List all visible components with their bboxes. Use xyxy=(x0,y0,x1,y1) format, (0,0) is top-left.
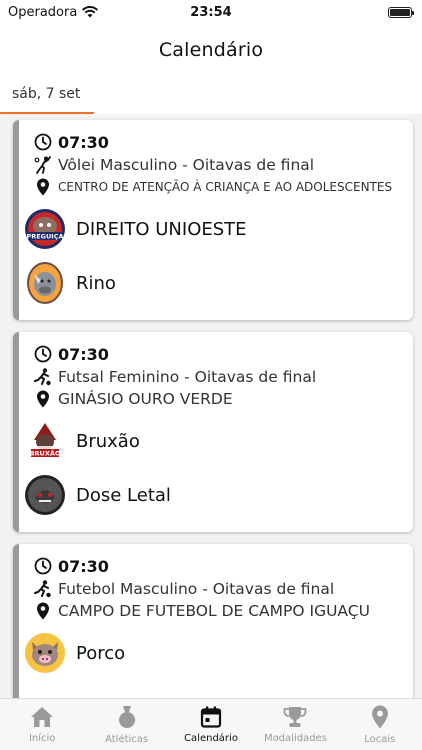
map-pin-icon xyxy=(34,390,52,408)
game-time-row: 07:30 xyxy=(34,554,403,578)
game-card[interactable]: 07:30 Vôlei Masculino - Oitavas de final C… xyxy=(13,120,413,320)
clock-icon xyxy=(34,133,52,151)
game-location: Centro de atenção à criança e ao adolesc… xyxy=(58,180,393,194)
soccer-player-icon xyxy=(34,580,52,598)
preguica-logo: PREGUIÇA xyxy=(24,208,66,250)
game-list[interactable]: 07:30 Vôlei Masculino - Oitavas de final C… xyxy=(0,114,422,698)
bruxao-logo: BRUXÃO xyxy=(24,420,66,462)
home-icon xyxy=(30,706,54,731)
game-event: Futebol Masculino - Oitavas de final xyxy=(58,580,335,598)
trophy-icon xyxy=(283,706,307,731)
game-location-row: Campo de Futebol de Campo Iguaçu xyxy=(34,600,403,622)
medal-icon xyxy=(116,705,138,732)
game-time: 07:30 xyxy=(58,132,109,152)
tab-label: Modalidades xyxy=(263,732,327,744)
game-time: 07:30 xyxy=(58,556,109,576)
team-name: Porco xyxy=(76,642,126,664)
bottom-tab-bar: Início Atléticas Calendário Modalidades Loca… xyxy=(0,698,422,750)
carrier-label: Operadora xyxy=(8,4,78,20)
nav-header: Calendário xyxy=(0,24,422,76)
game-event-row: Futebol Masculino - Oitavas de final xyxy=(34,578,403,600)
tab-calendario[interactable]: Calendário xyxy=(169,699,253,750)
calendar-icon xyxy=(200,706,222,731)
tab-label: Atléticas xyxy=(105,733,149,745)
game-card[interactable]: 07:30 Futebol Masculino - Oitavas de fina… xyxy=(13,544,413,698)
game-time: 07:30 xyxy=(58,344,109,364)
game-event: Futsal Feminino - Oitavas de final xyxy=(58,368,317,386)
tab-locais[interactable]: Locais xyxy=(338,699,422,750)
page-title: Calendário xyxy=(158,39,264,61)
tab-inicio[interactable]: Início xyxy=(0,699,84,750)
tab-atleticas[interactable]: Atléticas xyxy=(84,699,168,750)
svg-text:PREGUIÇA: PREGUIÇA xyxy=(26,233,63,241)
map-pin-icon xyxy=(34,602,52,620)
svg-text:BRUXÃO: BRUXÃO xyxy=(30,449,61,458)
tab-label: Calendário xyxy=(184,732,238,744)
tab-modalidades[interactable]: Modalidades xyxy=(253,699,337,750)
status-left: Operadora xyxy=(8,3,99,21)
porco-logo xyxy=(24,632,66,674)
volleyball-player-icon xyxy=(34,156,52,174)
map-pin-icon xyxy=(34,178,52,196)
wifi-icon xyxy=(81,3,99,21)
map-pin-icon xyxy=(371,705,389,732)
battery-icon xyxy=(388,6,414,18)
date-tab[interactable]: sáb, 7 set xyxy=(0,86,95,114)
team-row[interactable]: BRUXÃO Bruxão xyxy=(24,414,403,468)
game-event: Vôlei Masculino - Oitavas de final xyxy=(58,156,315,174)
game-time-row: 07:30 xyxy=(34,130,403,154)
soccer-player-icon xyxy=(34,368,52,386)
rino-logo xyxy=(24,262,66,304)
game-card[interactable]: 07:30 Futsal Feminino - Oitavas de final G… xyxy=(13,332,413,532)
game-event-row: Vôlei Masculino - Oitavas de final xyxy=(34,154,403,176)
game-event-row: Futsal Feminino - Oitavas de final xyxy=(34,366,403,388)
tab-label: Início xyxy=(28,732,56,744)
game-location: Ginásio Ouro Verde xyxy=(58,390,233,408)
game-location: Campo de Futebol de Campo Iguaçu xyxy=(58,602,370,620)
status-bar: Operadora 23:54 xyxy=(0,0,422,24)
date-tab-bar: sáb, 7 set xyxy=(0,76,422,114)
game-location-row: Centro de atenção à criança e ao adolesc… xyxy=(34,176,403,198)
team-row[interactable]: Porco xyxy=(24,626,403,680)
team-row[interactable]: Rino xyxy=(24,256,403,310)
clock-icon xyxy=(34,557,52,575)
team-name: Rino xyxy=(76,272,116,294)
game-time-row: 07:30 xyxy=(34,342,403,366)
team-name: DIREITO UNIOESTE xyxy=(76,218,247,240)
team-name: Bruxão xyxy=(76,430,140,452)
clock-icon xyxy=(34,345,52,363)
game-location-row: Ginásio Ouro Verde xyxy=(34,388,403,410)
team-name: Dose Letal xyxy=(76,484,171,506)
tab-label: Locais xyxy=(364,733,396,745)
team-row[interactable]: PREGUIÇA DIREITO UNIOESTE xyxy=(24,202,403,256)
team-row[interactable]: Dose Letal xyxy=(24,468,403,522)
dose-letal-logo xyxy=(24,474,66,516)
